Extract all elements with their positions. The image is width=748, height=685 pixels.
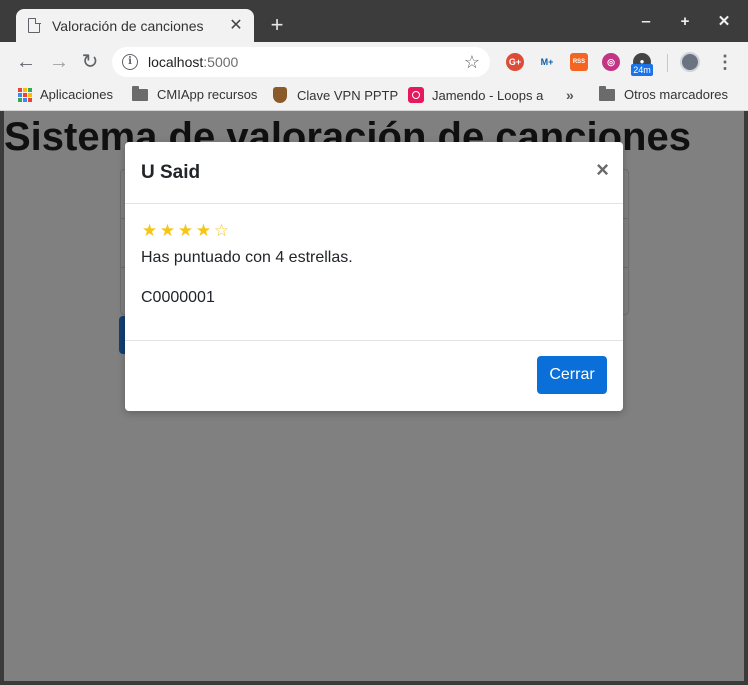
new-tab-button[interactable]: + bbox=[266, 13, 288, 37]
star-rating: ★ ★ ★ ★ ☆ bbox=[141, 223, 230, 240]
rating-modal: U Said × ★ ★ ★ ★ ☆ Has puntuado con 4 estrel… bbox=[125, 142, 623, 411]
star-filled-icon[interactable]: ★ bbox=[141, 223, 158, 240]
tab-close-icon[interactable]: ✕ bbox=[228, 17, 244, 34]
close-window-button[interactable]: ✕ bbox=[713, 11, 735, 33]
reload-button[interactable]: ↻ bbox=[78, 50, 102, 74]
movistar-icon[interactable]: M+ bbox=[538, 53, 556, 71]
song-code: C0000001 bbox=[141, 289, 215, 306]
bookmarks-bar: Aplicaciones CMIApp recursos Clave VPN P… bbox=[0, 82, 748, 111]
bookmark-label: Jamendo - Loops a bbox=[432, 87, 544, 103]
camera-icon[interactable]: ◎ bbox=[602, 53, 620, 71]
tab-title: Valoración de canciones bbox=[52, 17, 204, 34]
bookmark-label: CMIApp recursos bbox=[157, 87, 258, 102]
maximize-button[interactable]: + bbox=[674, 11, 696, 33]
browser-menu-icon[interactable]: ⋮ bbox=[716, 50, 734, 74]
modal-title: U Said bbox=[141, 162, 201, 183]
browser-tab[interactable]: Valoración de canciones ✕ bbox=[16, 9, 254, 42]
bookmark-cmiapp[interactable]: CMIApp recursos bbox=[132, 85, 258, 102]
title-bar: Valoración de canciones ✕ + ‒ + ✕ bbox=[0, 0, 748, 42]
jamendo-icon bbox=[408, 87, 424, 103]
minimize-button[interactable]: ‒ bbox=[635, 11, 657, 33]
modal-header: U Said × bbox=[125, 142, 623, 204]
bookmark-vpn[interactable]: Clave VPN PPTP bbox=[273, 87, 398, 103]
bookmark-jamendo[interactable]: Jamendo - Loops a bbox=[408, 87, 548, 103]
timer-badge: 24m bbox=[631, 64, 653, 76]
star-empty-icon[interactable]: ☆ bbox=[213, 223, 230, 240]
modal-close-icon[interactable]: × bbox=[596, 158, 609, 182]
forward-button[interactable]: → bbox=[47, 50, 71, 74]
google-plus-icon[interactable]: G+ bbox=[506, 53, 524, 71]
bookmark-label: Otros marcadores bbox=[624, 87, 729, 102]
bookmark-apps[interactable]: Aplicaciones bbox=[18, 87, 113, 102]
back-button[interactable]: ← bbox=[14, 50, 38, 74]
bookmark-label: Aplicaciones bbox=[40, 87, 113, 102]
document-icon bbox=[28, 17, 41, 33]
modal-body: ★ ★ ★ ★ ☆ Has puntuado con 4 estrellas. C000… bbox=[125, 204, 623, 341]
info-icon[interactable]: i bbox=[122, 54, 138, 70]
url-host: localhost bbox=[148, 54, 204, 70]
profile-avatar[interactable] bbox=[680, 52, 700, 72]
window-frame-left bbox=[0, 111, 4, 685]
bookmark-label: Clave VPN PPTP bbox=[297, 87, 399, 103]
address-bar[interactable]: i localhost:5000 ☆ bbox=[112, 47, 490, 77]
crest-icon bbox=[273, 87, 287, 103]
bookmark-other[interactable]: Otros marcadores bbox=[599, 85, 729, 102]
star-filled-icon[interactable]: ★ bbox=[159, 223, 176, 240]
apps-grid-icon bbox=[18, 87, 32, 102]
window-frame-bottom bbox=[0, 681, 748, 685]
modal-footer: Cerrar bbox=[125, 341, 623, 411]
rating-message: Has puntuado con 4 estrellas. bbox=[141, 249, 353, 266]
toolbar-divider bbox=[667, 54, 668, 72]
star-filled-icon[interactable]: ★ bbox=[177, 223, 194, 240]
more-bookmarks-button[interactable]: » bbox=[566, 87, 574, 103]
close-button[interactable]: Cerrar bbox=[537, 356, 607, 394]
window-frame-right bbox=[744, 111, 748, 685]
rss-icon[interactable]: RSS bbox=[570, 53, 588, 71]
browser-toolbar: ← → ↻ i localhost:5000 ☆ G+ M+ RSS ◎ ● ⋮ bbox=[0, 42, 748, 82]
folder-icon bbox=[132, 85, 148, 101]
bookmark-star-icon[interactable]: ☆ bbox=[464, 52, 480, 72]
star-filled-icon[interactable]: ★ bbox=[195, 223, 212, 240]
folder-icon bbox=[599, 85, 615, 101]
url-port: :5000 bbox=[203, 54, 239, 70]
